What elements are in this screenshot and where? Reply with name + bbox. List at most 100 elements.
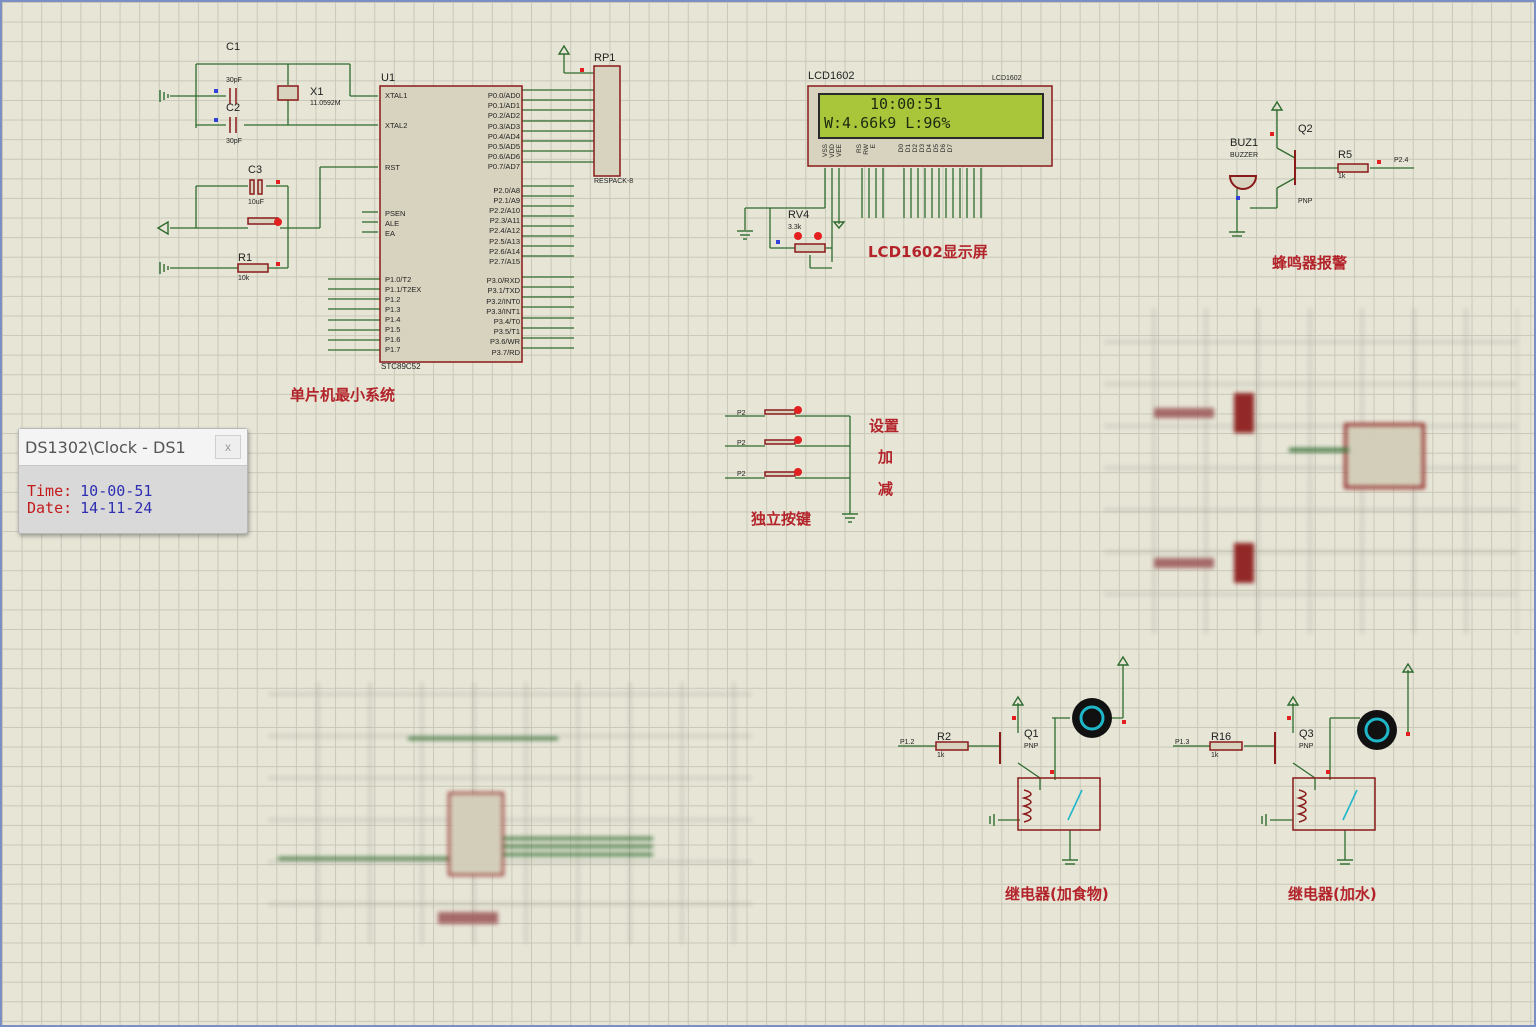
lcd-pin-label: RW <box>863 144 870 155</box>
mcu-pin-label: P0.3/AD3 <box>487 121 520 131</box>
lcd-pin-label: D0 <box>898 144 905 153</box>
relay-water-caption: 继电器(加水) <box>1288 885 1377 903</box>
r1-label: R1 <box>238 252 253 264</box>
mcu-pin-label: P2.4/A12 <box>489 226 520 236</box>
r16-net: P1.3 <box>1175 739 1190 746</box>
rp1-value: RESPACK-8 <box>594 178 634 185</box>
mcu-pin-label: P1.6 <box>385 335 401 344</box>
relay-food-caption: 继电器(加食物) <box>1005 885 1109 903</box>
key1-net: P2 <box>737 410 746 417</box>
mcu-pin-label: P2.3/A11 <box>489 216 520 226</box>
mcu-part-label: STC89C52 <box>381 362 421 371</box>
c3-value: 10uF <box>248 199 264 206</box>
date-row: Date: 14-11-24 <box>27 499 152 517</box>
mcu-pin-label: P2.1/A9 <box>493 195 520 205</box>
lcd-pin-label: VSS <box>822 144 829 158</box>
mcu-pin-label: P1.2 <box>385 295 401 304</box>
q3-type: PNP <box>1299 743 1314 750</box>
mcu-pin-label: P0.7/AD7 <box>487 162 520 172</box>
lcd-pin-label: D6 <box>940 144 947 153</box>
mcu-pin-label: P2.2/A10 <box>489 206 520 215</box>
mcu-pin-label: ALE <box>385 219 400 228</box>
time-row: Time: 10-00-51 <box>27 482 152 500</box>
mcu-pin-label: P0.4/AD4 <box>487 131 520 141</box>
lcd-pin-label: D4 <box>926 144 933 153</box>
rv4-value: 3.3k <box>788 224 802 231</box>
mcu-pin-label: P2.5/A13 <box>489 236 520 246</box>
rp1-resistor-pack <box>593 65 621 177</box>
q2-type: PNP <box>1298 198 1313 205</box>
lcd-pin-label: E <box>870 144 877 149</box>
lcd-screen: 10:00:51 W:4.66k9 L:96% <box>818 93 1044 139</box>
close-button[interactable]: x <box>215 435 241 459</box>
rv4-label: RV4 <box>788 209 810 221</box>
mcu-pin-label: P2.7/A15 <box>489 257 520 266</box>
mcu-ref-label: U1 <box>381 72 396 84</box>
x1-value: 11.0592M <box>310 100 341 107</box>
mcu-pin-label: P3.5/T1 <box>493 327 520 337</box>
date-value: 14-11-24 <box>80 499 153 517</box>
ds1302-clock-popup[interactable]: DS1302\Clock - DS1 x Time: 10-00-51 Date:… <box>18 428 248 534</box>
buzzer-caption: 蜂鸣器报警 <box>1272 254 1348 272</box>
mcu-pin-label: P1.3 <box>385 305 401 314</box>
q3-label: Q3 <box>1299 728 1314 740</box>
r5-value: 1k <box>1338 173 1346 180</box>
key2-net: P2 <box>737 440 746 447</box>
mcu-pin-label: P3.3/INT1 <box>486 306 520 316</box>
lcd-pin-label: VDD <box>829 144 836 158</box>
mcu-pin-label: P3.7/RD <box>491 347 520 357</box>
mcu-pin-label: P0.5/AD5 <box>487 142 520 151</box>
r5-label: R5 <box>1338 149 1353 161</box>
mcu-pin-label: P3.2/INT0 <box>486 296 520 306</box>
c2-label: C2 <box>226 102 241 114</box>
mcu-caption: 单片机最小系统 <box>290 386 396 404</box>
c3-label: C3 <box>248 164 263 176</box>
blurred-sensor-circuit-right <box>1104 308 1518 634</box>
lcd-pin-label: D2 <box>912 144 919 153</box>
r2-value: 1k <box>937 752 945 759</box>
lcd-caption: LCD1602显示屏 <box>868 243 988 261</box>
lcd-model-label: LCD1602 <box>992 75 1022 82</box>
lcd-pin-label: D7 <box>947 144 954 153</box>
mcu-pin-label: P1.0/T2 <box>385 275 412 284</box>
lcd-pin-label: D1 <box>905 144 912 153</box>
q2-label: Q2 <box>1298 123 1313 135</box>
mcu-pin-label: XTAL2 <box>385 121 408 130</box>
popup-title-bar[interactable]: DS1302\Clock - DS1 x <box>19 429 247 466</box>
mcu-pin-label: P3.4/T0 <box>493 317 520 326</box>
mcu-pin-label: P3.1/TXD <box>487 286 520 296</box>
mcu-pin-label: P3.6/WR <box>489 337 520 347</box>
buz1-value: BUZZER <box>1230 152 1258 159</box>
r1-value: 10k <box>238 275 250 282</box>
r2-net: P1.2 <box>900 739 915 746</box>
buz1-label: BUZ1 <box>1230 137 1259 149</box>
lcd-pin-label: RS <box>856 144 863 154</box>
mcu-pin-label: P1.4 <box>385 315 401 324</box>
time-value: 10-00-51 <box>80 482 153 500</box>
mcu-pin-label: XTAL1 <box>385 91 408 100</box>
x1-label: X1 <box>310 86 324 98</box>
key-sub-label: 减 <box>878 480 894 498</box>
rp1-label: RP1 <box>594 52 616 64</box>
mcu-pin-label: P0.1/AD1 <box>487 101 520 111</box>
lcd-pin-label: VEE <box>836 144 843 158</box>
mcu-pin-label: P2.0/A8 <box>493 185 520 195</box>
mcu-pin-label: EA <box>385 229 396 238</box>
lcd-line-2: W:4.66k9 L:96% <box>824 114 951 132</box>
mcu-pin-label: P1.5 <box>385 325 401 334</box>
mcu-pin-label: P0.2/AD2 <box>487 111 520 121</box>
r5-net: P2.4 <box>1394 157 1409 164</box>
key3-net: P2 <box>737 471 746 478</box>
key-set-label: 设置 <box>869 417 900 435</box>
c2-value: 30pF <box>226 138 242 145</box>
key-add-label: 加 <box>878 448 894 466</box>
mcu-pin-label: PSEN <box>385 209 406 218</box>
time-label: Time: <box>27 482 73 500</box>
lcd-line-1: 10:00:51 <box>870 95 943 113</box>
blurred-sensor-circuit-left <box>268 682 752 944</box>
mcu-pin-label: P1.7 <box>385 345 401 354</box>
q1-label: Q1 <box>1024 728 1039 740</box>
mcu-pin-label: RST <box>385 163 400 172</box>
popup-title: DS1302\Clock - DS1 <box>25 438 186 457</box>
mcu-pin-label: P2.6/A14 <box>489 246 520 256</box>
